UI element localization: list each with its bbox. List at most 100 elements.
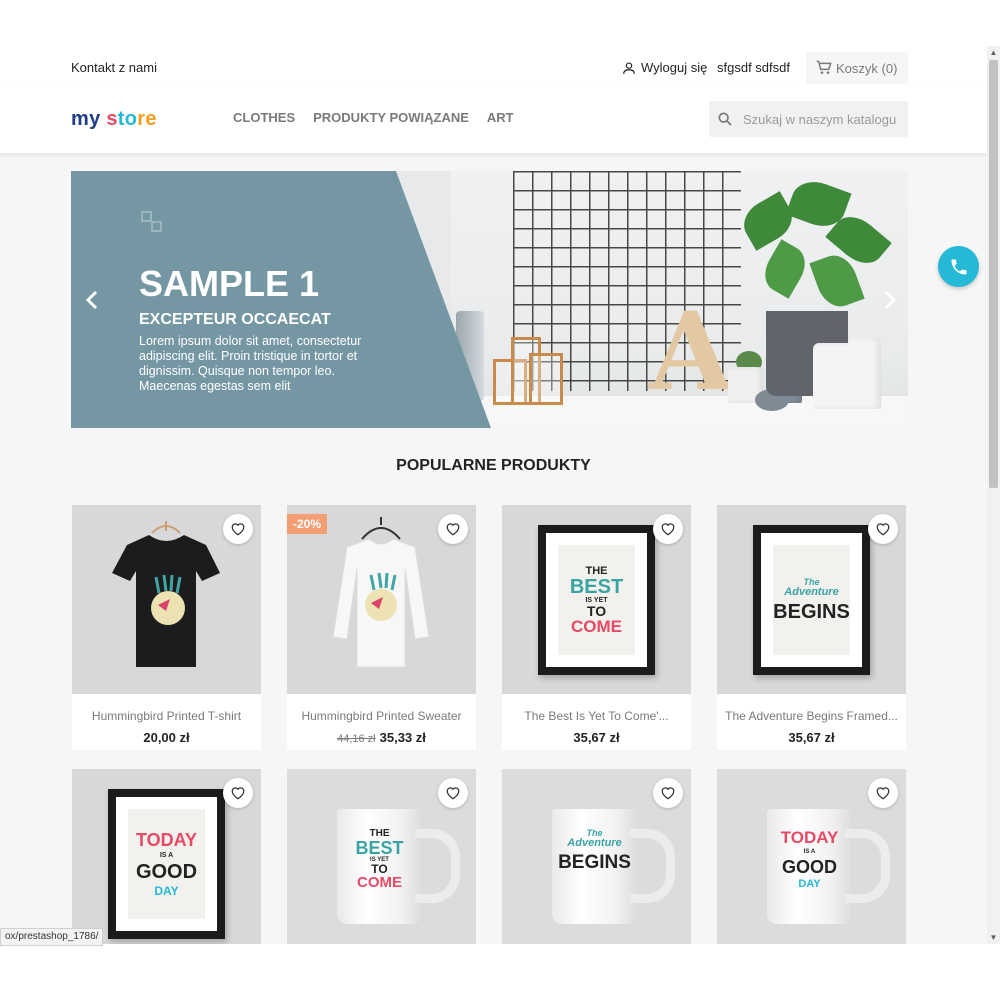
logo-part-2: s <box>100 108 118 130</box>
product-thumbnail[interactable]: TODAY IS A GOOD DAY <box>717 769 906 944</box>
contact-link[interactable]: Kontakt z nami <box>71 60 157 75</box>
product-card[interactable]: The Adventure BEGINS <box>502 769 691 944</box>
mug-image: The Adventure BEGINS <box>552 809 637 924</box>
art-text: BEST <box>569 575 624 598</box>
product-price: 44,16 zł 35,33 zł <box>287 730 476 745</box>
discount-badge: -20% <box>287 514 328 534</box>
wishlist-button[interactable] <box>868 514 898 544</box>
scroll-up-arrow-icon[interactable]: ▲ <box>987 46 1000 59</box>
heart-icon <box>446 523 460 536</box>
slider-next-button[interactable] <box>883 289 897 317</box>
heart-icon <box>231 787 245 800</box>
section-title: POPULARNE PRODUKTY <box>396 457 591 474</box>
art-text: BEST <box>355 838 404 858</box>
product-name[interactable]: The Adventure Begins Framed... <box>717 694 906 723</box>
hero-slider[interactable]: A SAMPLE 1 EXCEPTEUR OCCAECAT Lorem ipsu… <box>71 171 908 428</box>
user-icon <box>623 61 635 74</box>
mug-image: TODAY IS A GOOD DAY <box>767 809 852 924</box>
nav-item-art[interactable]: ART <box>487 110 514 125</box>
product-thumbnail[interactable] <box>72 505 261 694</box>
mug-image: THE BEST IS YET TO COME <box>337 809 422 924</box>
slide-letter-decor: A <box>649 289 733 415</box>
search-input[interactable] <box>741 110 905 128</box>
product-price: 35,67 zł <box>502 730 691 745</box>
slide-subtitle: EXCEPTEUR OCCAECAT <box>139 311 331 328</box>
product-thumbnail[interactable]: THE BEST IS YET TO COME <box>287 769 476 944</box>
poster-art: TODAY IS A GOOD DAY <box>128 809 205 919</box>
product-info: Hummingbird Printed T-shirt 20,00 zł <box>72 694 261 750</box>
heart-icon <box>661 523 675 536</box>
slider-prev-button[interactable] <box>85 289 99 317</box>
product-thumbnail[interactable]: The Adventure BEGINS <box>717 505 906 694</box>
product-card[interactable]: THE BEST IS YET TO COME The Best Is Yet … <box>502 505 691 750</box>
art-text: IS A <box>803 849 816 855</box>
product-name[interactable]: The Best Is Yet To Come'... <box>502 694 691 723</box>
heart-icon <box>876 787 890 800</box>
product-card[interactable]: -20% Hummingbird Printed Sweater 44,16 z… <box>287 505 476 750</box>
framed-poster-image: TODAY IS A GOOD DAY <box>108 789 225 939</box>
heart-icon <box>876 523 890 536</box>
nav-item-related-products[interactable]: PRODUKTY POWIĄZANE <box>313 110 469 125</box>
product-info: The Adventure Begins Framed... 35,67 zł <box>717 694 906 750</box>
slide-candle <box>849 337 881 409</box>
wishlist-button[interactable] <box>223 514 253 544</box>
status-url: ox/prestashop_1786/ <box>0 928 104 946</box>
product-thumbnail[interactable]: TODAY IS A GOOD DAY <box>72 769 261 944</box>
art-text: Adventure <box>784 586 839 598</box>
search-icon[interactable] <box>717 111 733 127</box>
product-name[interactable]: Hummingbird Printed Sweater <box>287 694 476 723</box>
art-text: Adventure <box>567 837 622 849</box>
poster-art: THE BEST IS YET TO COME <box>558 545 635 655</box>
price-value: 20,00 zł <box>143 730 190 745</box>
search-box <box>709 101 908 137</box>
product-thumbnail[interactable]: THE BEST IS YET TO COME <box>502 505 691 694</box>
cart-button[interactable]: Koszyk (0) <box>806 52 908 84</box>
scroll-down-arrow-icon[interactable]: ▼ <box>987 931 1000 944</box>
store-logo[interactable]: my store <box>71 108 157 131</box>
poster-art: The Adventure BEGINS <box>773 545 850 655</box>
product-card[interactable]: Hummingbird Printed T-shirt 20,00 zł <box>72 505 261 750</box>
mug-handle <box>630 829 675 903</box>
price-value: 35,67 zł <box>573 730 620 745</box>
product-card[interactable]: The Adventure BEGINS The Adventure Begin… <box>717 505 906 750</box>
wishlist-button[interactable] <box>438 514 468 544</box>
art-text: COME <box>357 874 402 891</box>
old-price: 44,16 zł <box>337 733 376 745</box>
nav-item-clothes[interactable]: CLOTHES <box>233 110 295 125</box>
heart-icon <box>231 523 245 536</box>
wishlist-button[interactable] <box>223 778 253 808</box>
framed-poster-image: THE BEST IS YET TO COME <box>538 525 655 675</box>
account-name-link[interactable]: sfgsdf sdfsdf <box>717 60 790 75</box>
product-name[interactable]: Hummingbird Printed T-shirt <box>72 694 261 723</box>
scrollbar-thumb[interactable] <box>989 60 998 488</box>
product-price: 35,67 zł <box>717 730 906 745</box>
main-nav: CLOTHES PRODUKTY POWIĄZANE ART <box>233 110 514 125</box>
art-text: IS A <box>159 852 174 859</box>
product-card[interactable]: THE BEST IS YET TO COME <box>287 769 476 944</box>
heart-icon <box>446 787 460 800</box>
vertical-scrollbar[interactable]: ▲ ▼ <box>987 46 1000 944</box>
product-info: Hummingbird Printed Sweater 44,16 zł 35,3… <box>287 694 476 750</box>
wishlist-button[interactable] <box>653 514 683 544</box>
top-bar: Kontakt z nami Wyloguj się sfgsdf sdfsdf… <box>0 46 987 87</box>
art-text: DAY <box>154 884 179 898</box>
price-value: 35,67 zł <box>788 730 835 745</box>
product-price: 20,00 zł <box>72 730 261 745</box>
wishlist-button[interactable] <box>868 778 898 808</box>
call-button[interactable] <box>938 246 979 287</box>
main-header: my store CLOTHES PRODUKTY POWIĄZANE ART <box>0 86 987 153</box>
mug-art: THE BEST IS YET TO COME <box>337 829 422 891</box>
product-card[interactable]: TODAY IS A GOOD DAY <box>72 769 261 944</box>
art-text: COME <box>571 616 622 636</box>
product-thumbnail[interactable]: -20% <box>287 505 476 694</box>
product-card[interactable]: TODAY IS A GOOD DAY <box>717 769 906 944</box>
logout-link[interactable]: Wyloguj się <box>622 60 707 75</box>
wishlist-button[interactable] <box>438 778 468 808</box>
product-thumbnail[interactable]: The Adventure BEGINS <box>502 769 691 944</box>
cart-label: Koszyk (0) <box>836 60 898 76</box>
art-text: DAY <box>798 878 821 890</box>
logo-part-1: my <box>71 108 101 130</box>
slide-title: SAMPLE 1 <box>139 263 320 304</box>
wishlist-button[interactable] <box>653 778 683 808</box>
browser-viewport: Kontakt z nami Wyloguj się sfgsdf sdfsdf… <box>0 46 1000 944</box>
